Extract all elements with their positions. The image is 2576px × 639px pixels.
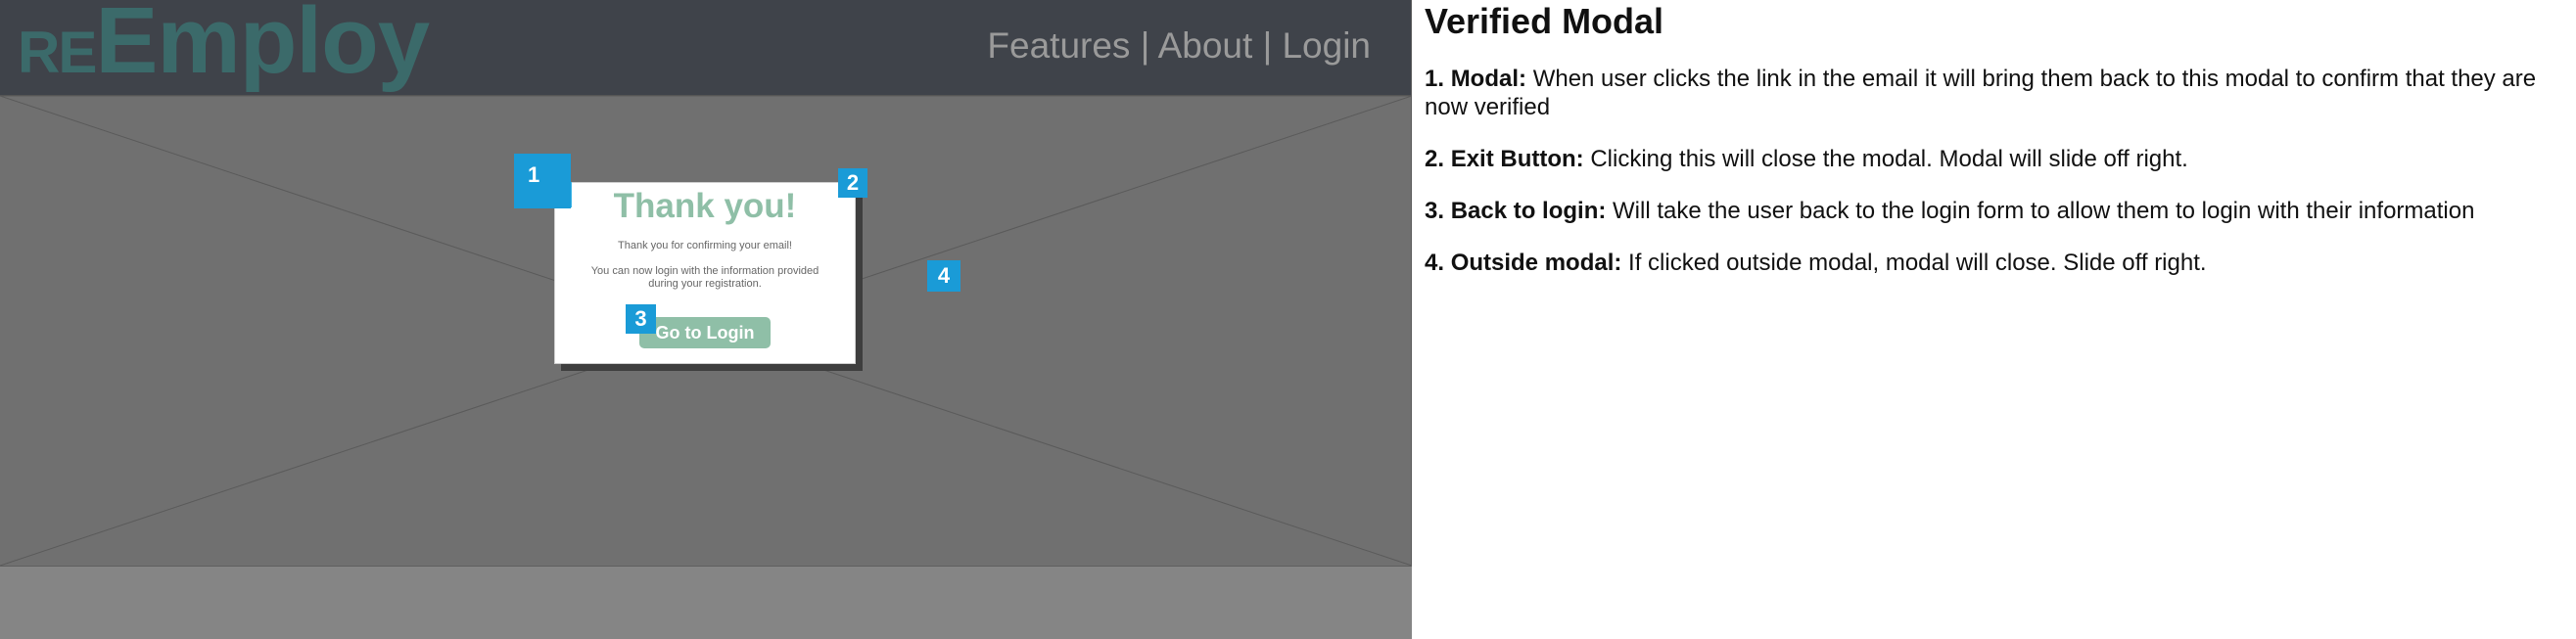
note-number: 4. [1425,250,1445,276]
note-text: Clicking this will close the modal. Moda… [1590,146,2188,172]
note-label: Modal: [1450,66,1527,92]
nav-link-login[interactable]: Login [1282,25,1371,66]
note-number: 1. [1425,66,1445,92]
note-text: If clicked outside modal, modal will clo… [1628,250,2207,276]
verified-modal: Thank you! Thank you for confirming your… [554,182,856,364]
nav-separator: | [1140,25,1150,66]
modal-login-info-text: You can now login with the information p… [590,265,820,290]
top-nav: Features | About | Login [987,25,1371,67]
note-exit-button: 2. Exit Button: Clicking this will close… [1425,145,2560,173]
nav-link-features[interactable]: Features [987,25,1130,66]
logo-prefix: RE [18,20,97,85]
nav-separator: | [1262,25,1273,66]
annotation-marker-4: 4 [927,260,960,292]
nav-link-about[interactable]: About [1158,25,1253,66]
annotation-marker-3: 3 [626,304,656,334]
canvas-divider [1411,0,1412,566]
note-outside-modal: 4. Outside modal: If clicked outside mod… [1425,249,2560,277]
logo-main: Employ [95,0,430,93]
annotation-marker-1: 1 [514,154,571,208]
modal-title: Thank you! [613,187,797,225]
wireframe-canvas: REEmploy Features | About | Login Thank … [0,0,1412,639]
annotation-panel: Verified Modal 1. Modal: When user click… [1425,0,2560,277]
note-text: When user clicks the link in the email i… [1425,66,2537,120]
note-label: Exit Button: [1450,146,1584,172]
site-header: REEmploy Features | About | Login [0,0,1412,96]
panel-title: Verified Modal [1425,1,1664,41]
note-number: 3. [1425,198,1445,224]
note-text: Will take the user back to the login for… [1613,198,2475,224]
site-logo[interactable]: REEmploy [18,0,430,88]
go-to-login-button[interactable]: Go to Login [639,317,771,348]
note-label: Outside modal: [1450,250,1622,276]
exit-button-marker-2[interactable]: 2 [838,168,867,198]
note-modal: 1. Modal: When user clicks the link in t… [1425,65,2560,121]
modal-confirmation-text: Thank you for confirming your email! [618,240,792,251]
note-back-to-login: 3. Back to login: Will take the user bac… [1425,197,2560,225]
note-label: Back to login: [1450,198,1607,224]
note-number: 2. [1425,146,1445,172]
